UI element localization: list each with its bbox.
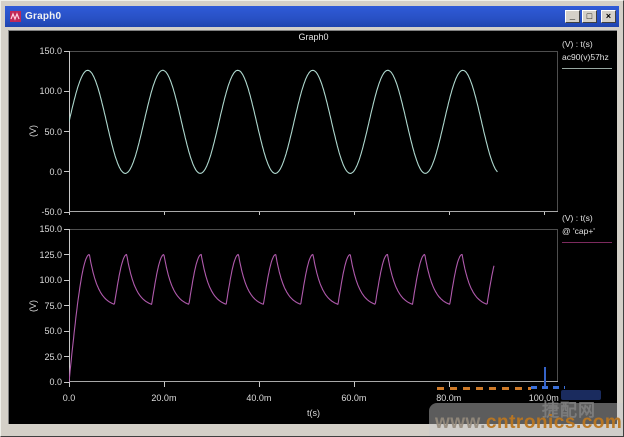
x-tick-mark: [164, 212, 165, 215]
legend-bottom-color-sample: [562, 242, 612, 243]
watermark-url: www.cntronics.com: [435, 412, 622, 434]
x-tick-mark: [544, 212, 545, 215]
top-plot-sine: [69, 51, 558, 212]
y-tick-label: 0.0: [27, 377, 62, 387]
y-tick-mark: [64, 254, 69, 255]
watermark-line-blue: [544, 367, 546, 387]
window-title: Graph0: [25, 11, 565, 22]
legend-top-trace-label: ac90(v)57hz: [562, 52, 618, 63]
x-tick-mark: [69, 382, 70, 387]
watermark-dashes-blue: [531, 386, 565, 389]
x-tick-mark: [164, 382, 165, 387]
y-tick-mark: [64, 305, 69, 306]
bottom-plot-ripple: [69, 229, 558, 382]
x-tick-mark: [69, 212, 70, 215]
y-tick-label: 125.0: [27, 250, 62, 260]
y-tick-label: 50.0: [27, 326, 62, 336]
grapher-window: Graph0 _ □ × Graph0 (V) (V) t(s) (V) : t…: [0, 0, 624, 437]
y-tick-label: 75.0: [27, 301, 62, 311]
watermark-url-prefix: www.: [435, 412, 486, 433]
x-tick-mark: [354, 382, 355, 387]
window-controls: _ □ ×: [565, 10, 616, 23]
chart-title: Graph0: [69, 32, 558, 42]
x-tick-label: 80.0m: [427, 393, 471, 403]
legend-bottom-trace-label: @ 'cap+': [562, 226, 618, 237]
x-tick-label: 20.0m: [142, 393, 186, 403]
legend-top-color-sample: [562, 68, 612, 69]
y-tick-label: 25.0: [27, 352, 62, 362]
close-button[interactable]: ×: [601, 10, 616, 23]
y-tick-mark: [64, 356, 69, 357]
y-tick-label: 150.0: [27, 46, 62, 56]
y-tick-label: 100.0: [27, 275, 62, 285]
legend-top: (V) : t(s) ac90(v)57hz: [562, 39, 618, 69]
x-tick-mark: [259, 382, 260, 387]
watermark-dashes-orange: [437, 387, 531, 390]
y-tick-mark: [64, 91, 69, 92]
plot-border: [70, 230, 558, 382]
y-tick-label: 50.0: [27, 127, 62, 137]
maximize-button[interactable]: □: [582, 10, 597, 23]
x-tick-label: 60.0m: [332, 393, 376, 403]
x-tick-label: 40.0m: [237, 393, 281, 403]
graph-icon: [10, 11, 21, 22]
y-tick-label: 0.0: [27, 167, 62, 177]
title-bar[interactable]: Graph0 _ □ ×: [5, 6, 619, 27]
x-tick-mark: [259, 212, 260, 215]
y-tick-label: 100.0: [27, 86, 62, 96]
y-tick-mark: [64, 229, 69, 230]
y-tick-mark: [64, 131, 69, 132]
trace-rectified_ripple: [69, 255, 494, 383]
legend-bottom: (V) : t(s) @ 'cap+': [562, 213, 618, 243]
y-tick-mark: [64, 331, 69, 332]
legend-top-header: (V) : t(s): [562, 39, 618, 50]
minimize-button[interactable]: _: [565, 10, 580, 23]
y-tick-label: 150.0: [27, 224, 62, 234]
x-tick-label: 0.0: [47, 393, 91, 403]
y-tick-mark: [64, 51, 69, 52]
y-tick-mark: [64, 280, 69, 281]
x-tick-mark: [354, 212, 355, 215]
y-tick-label: -50.0: [27, 207, 62, 217]
x-tick-mark: [449, 212, 450, 215]
y-tick-mark: [64, 171, 69, 172]
trace-sine: [69, 70, 497, 173]
watermark-url-rest: cntronics.com: [486, 412, 622, 433]
legend-bottom-header: (V) : t(s): [562, 213, 618, 224]
